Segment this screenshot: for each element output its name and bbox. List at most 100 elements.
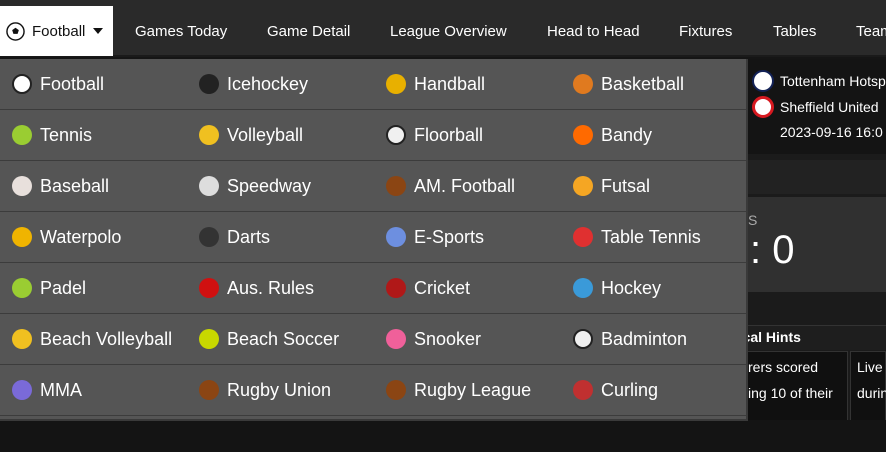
sport-item-padel[interactable]: Padel [12, 263, 86, 313]
sport-item-aus-rules[interactable]: Aus. Rules [199, 263, 314, 313]
nav-game-detail[interactable]: Game Detail [267, 6, 350, 56]
sport-item-label: Futsal [601, 175, 651, 196]
sports-menu-row: Waterpolo Darts E-Sports Table Tennis [0, 212, 746, 263]
sport-item-label: Waterpolo [40, 226, 122, 247]
speedway-helmet-icon [199, 176, 219, 196]
sport-item-rugby-union[interactable]: Rugby Union [199, 365, 331, 415]
home-team[interactable]: Tottenham Hotsp [752, 70, 886, 92]
nav-league-overview[interactable]: League Overview [390, 6, 507, 56]
score-label-fragment: S [748, 212, 758, 228]
sport-item-am-football[interactable]: AM. Football [386, 161, 515, 211]
sport-item-label: Handball [414, 73, 486, 94]
futsal-ball-icon [573, 176, 593, 196]
rugby-league-ball-icon [386, 380, 406, 400]
beach-soccer-icon [199, 329, 219, 349]
sport-item-floorball[interactable]: Floorball [386, 110, 483, 160]
mma-glove-icon [12, 380, 32, 400]
sport-item-curling[interactable]: Curling [573, 365, 658, 415]
soccer-ball-icon [12, 74, 32, 94]
away-team[interactable]: Sheffield United [752, 96, 879, 118]
sport-item-cricket[interactable]: Cricket [386, 263, 470, 313]
sport-item-rugby-league[interactable]: Rugby League [386, 365, 531, 415]
tennis-ball-icon [12, 125, 32, 145]
sport-item-beach-volleyball[interactable]: Beach Volleyball [12, 314, 172, 364]
sport-item-hockey[interactable]: Hockey [573, 263, 661, 313]
nav-head-to-head[interactable]: Head to Head [547, 6, 640, 56]
sport-item-label: Badminton [601, 328, 688, 349]
shuttlecock-icon [573, 329, 593, 349]
sport-item-label: Padel [40, 277, 87, 298]
sport-item-label: Cricket [414, 277, 471, 298]
sport-item-label: Darts [227, 226, 271, 247]
sport-item-label: Speedway [227, 175, 312, 196]
sport-item-futsal[interactable]: Futsal [573, 161, 650, 211]
bandy-ball-icon [573, 125, 593, 145]
nav-tables[interactable]: Tables [773, 6, 816, 56]
sport-item-label: E-Sports [414, 226, 485, 247]
sport-item-basketball[interactable]: Basketball [573, 59, 684, 109]
sport-item-table-tennis[interactable]: Table Tennis [573, 212, 701, 262]
snooker-ball-icon [386, 329, 406, 349]
beach-volleyball-icon [12, 329, 32, 349]
sport-item-darts[interactable]: Darts [199, 212, 270, 262]
sport-item-baseball[interactable]: Baseball [12, 161, 109, 211]
sports-dropdown-menu: Football Icehockey Handball Basketball Tenni… [0, 59, 748, 421]
hockey-puck-icon [199, 74, 219, 94]
hint-line: rers scored [748, 359, 819, 375]
sport-item-badminton[interactable]: Badminton [573, 314, 687, 364]
sport-item-label: Curling [601, 379, 659, 400]
sports-menu-row: MMA Rugby Union Rugby League Curling [0, 365, 746, 416]
sport-item-label: MMA [40, 379, 82, 400]
sport-item-label: Hockey [601, 277, 662, 298]
selected-sport-label: Football [32, 22, 86, 40]
handball-icon [386, 74, 406, 94]
sport-item-label: Football [40, 73, 105, 94]
sport-item-speedway[interactable]: Speedway [199, 161, 311, 211]
sheffield-united-crest-icon [752, 96, 774, 118]
sport-item-handball[interactable]: Handball [386, 59, 485, 109]
cricket-ball-icon [386, 278, 406, 298]
basketball-icon [573, 74, 593, 94]
sport-item-tennis[interactable]: Tennis [12, 110, 92, 160]
hint-line: Live [857, 359, 883, 375]
chevron-down-icon [93, 28, 104, 34]
field-hockey-icon [573, 278, 593, 298]
hint-line: ing 10 of their [748, 385, 833, 401]
floorball-icon [386, 125, 406, 145]
sport-item-football[interactable]: Football [12, 59, 104, 109]
rugby-ball-icon [199, 380, 219, 400]
sport-item-waterpolo[interactable]: Waterpolo [12, 212, 121, 262]
sport-item-label: Table Tennis [601, 226, 701, 247]
soccer-ball-icon [6, 21, 25, 41]
home-team-name: Tottenham Hotsp [780, 73, 886, 89]
dartboard-icon [199, 227, 219, 247]
sport-item-bandy[interactable]: Bandy [573, 110, 652, 160]
nav-fixtures[interactable]: Fixtures [679, 6, 732, 56]
sport-item-label: Aus. Rules [227, 277, 315, 298]
sports-menu-row: Beach Volleyball Beach Soccer Snooker Badmi… [0, 314, 746, 365]
sport-selector-button[interactable]: Football [0, 6, 113, 56]
sport-item-label: Icehockey [227, 73, 309, 94]
score: : 0 [750, 228, 795, 272]
sport-item-label: Beach Soccer [227, 328, 340, 349]
sport-item-volleyball[interactable]: Volleyball [199, 110, 303, 160]
nav-games-today[interactable]: Games Today [135, 6, 227, 56]
sport-item-label: Beach Volleyball [40, 328, 173, 349]
sports-menu-row: Baseball Speedway AM. Football Futsal [0, 161, 746, 212]
tottenham-crest-icon [752, 70, 774, 92]
american-football-icon [386, 176, 406, 196]
gamepad-icon [386, 227, 406, 247]
nav-team[interactable]: Team [856, 6, 886, 56]
table-tennis-paddle-icon [573, 227, 593, 247]
volleyball-icon [199, 125, 219, 145]
background-image-strip [0, 420, 886, 452]
sport-item-beach-soccer[interactable]: Beach Soccer [199, 314, 339, 364]
sport-item-snooker[interactable]: Snooker [386, 314, 481, 364]
sport-item-icehockey[interactable]: Icehockey [199, 59, 308, 109]
sport-item-label: Baseball [40, 175, 110, 196]
sport-item-mma[interactable]: MMA [12, 365, 82, 415]
sport-item-e-sports[interactable]: E-Sports [386, 212, 484, 262]
sport-item-label: Volleyball [227, 124, 304, 145]
sport-item-label: Rugby Union [227, 379, 332, 400]
curling-stone-icon [573, 380, 593, 400]
